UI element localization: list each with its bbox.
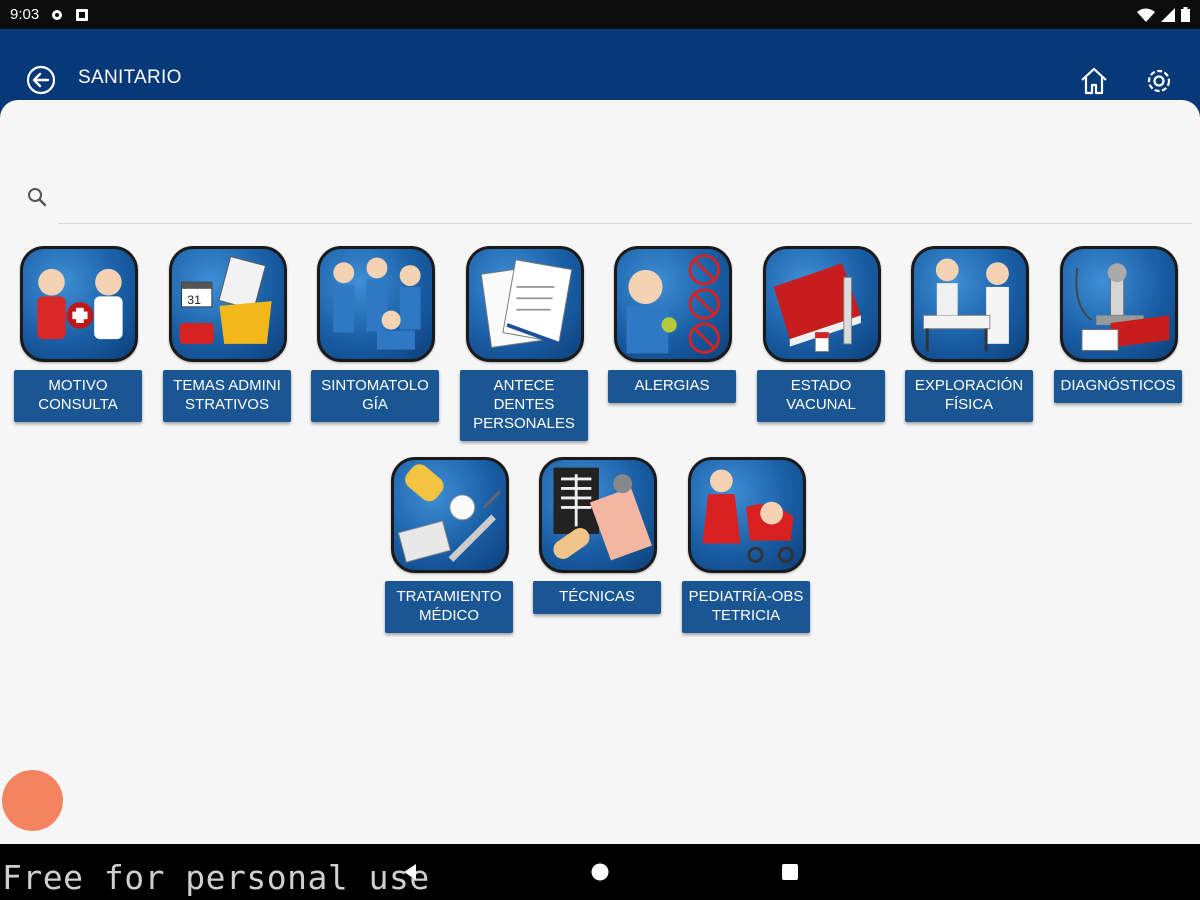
physical-exam-icon: [911, 246, 1029, 362]
allergies-icon: [614, 246, 732, 362]
techniques-icon: [539, 457, 657, 573]
administrative-icon: 31: [169, 246, 287, 362]
tile-label: TEMAS ADMINI STRATIVOS: [163, 370, 291, 422]
tile-label: TÉCNICAS: [533, 581, 661, 614]
status-bar: 9:03: [0, 0, 1200, 29]
search-icon: [28, 188, 47, 207]
page-title: SANITARIO: [78, 67, 182, 88]
gear-status-icon: [52, 9, 63, 20]
tile-label: TRATAMIENTO MÉDICO: [385, 581, 513, 633]
gear-icon[interactable]: [1143, 65, 1175, 97]
home-icon[interactable]: [1078, 65, 1110, 97]
tile-label: ALERGIAS: [608, 370, 736, 403]
treatment-icon: [391, 457, 509, 573]
svg-text:31: 31: [187, 293, 201, 307]
tile-label: DIAGNÓSTICOS: [1054, 370, 1182, 403]
back-arrow-icon[interactable]: [26, 65, 56, 95]
tile-label: EXPLORACIÓN FÍSICA: [905, 370, 1033, 422]
nav-recents-icon[interactable]: [781, 863, 799, 881]
signal-icon: [1161, 7, 1175, 22]
tile-label: PEDIATRÍA-OBS TETRICIA: [682, 581, 810, 633]
navigation-bar: Free for personal use: [0, 844, 1200, 900]
consultation-icon: [20, 246, 138, 362]
status-time: 9:03: [10, 6, 40, 23]
tile-label: ANTECE DENTES PERSONALES: [460, 370, 588, 441]
vaccination-icon: [763, 246, 881, 362]
battery-icon: [1181, 7, 1190, 22]
symptoms-icon: [317, 246, 435, 362]
content-card: MOTIVO CONSULTA 31 TEMAS ADMINI STRATIVO…: [0, 100, 1200, 844]
search-input[interactable]: [58, 178, 1192, 224]
watermark-text: Free for personal use: [2, 858, 430, 897]
floating-action-button[interactable]: [2, 770, 63, 831]
notification-status-icon: [76, 8, 89, 21]
nav-back-icon[interactable]: [400, 862, 420, 882]
nav-home-icon[interactable]: [590, 862, 610, 882]
tile-label: MOTIVO CONSULTA: [14, 370, 142, 422]
personal-history-icon: [466, 246, 584, 362]
tile-label: SINTOMATOLO GÍA: [311, 370, 439, 422]
pediatrics-icon: [688, 457, 806, 573]
tile-label: ESTADO VACUNAL: [757, 370, 885, 422]
wifi-icon: [1137, 8, 1155, 22]
diagnostics-icon: [1060, 246, 1178, 362]
